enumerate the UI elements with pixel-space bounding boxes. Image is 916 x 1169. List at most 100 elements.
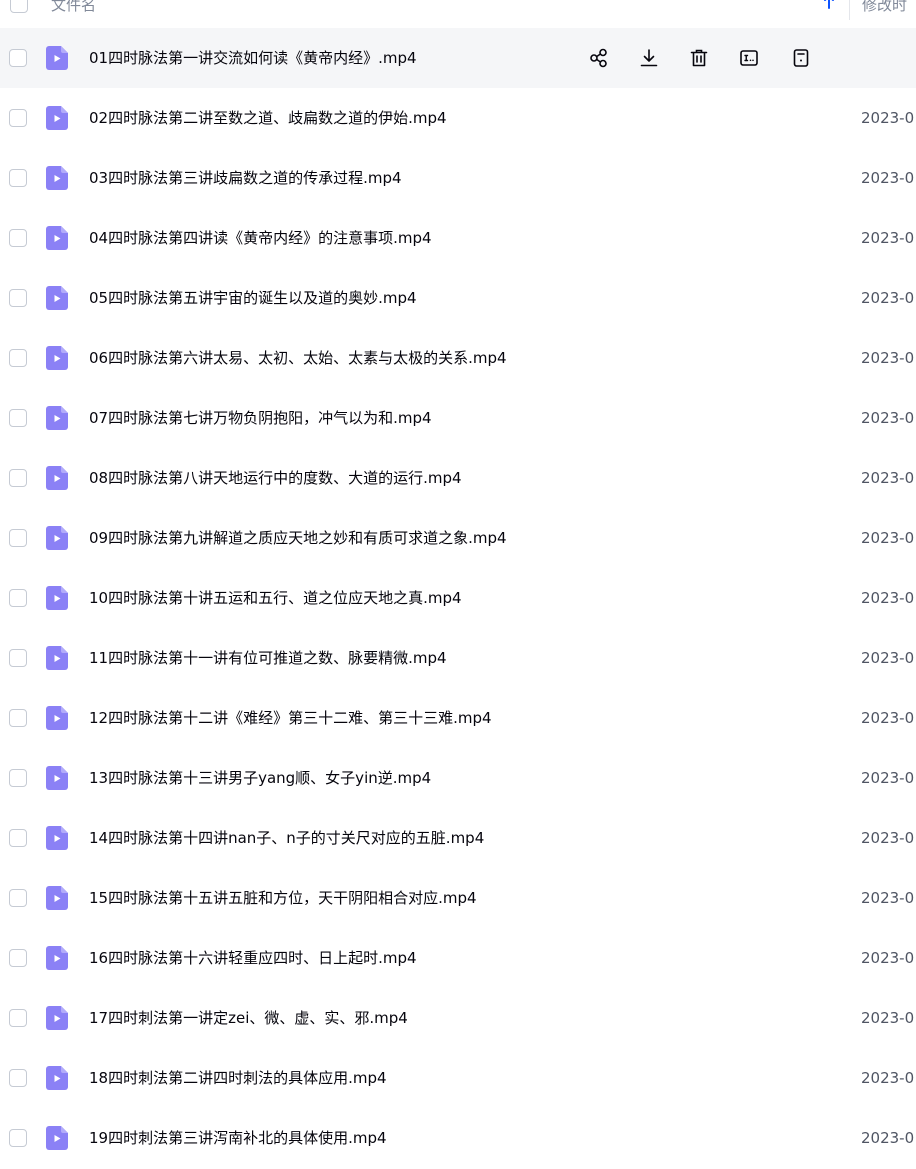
column-header-name[interactable]: 文件名 (51, 0, 96, 15)
download-button[interactable] (636, 45, 662, 71)
trash-icon (690, 49, 708, 67)
file-row[interactable]: 17四时刺法第一讲定zei、微、虚、实、邪.mp4 2023-0 (0, 988, 916, 1048)
video-file-icon (46, 646, 68, 670)
file-row[interactable]: 14四时脉法第十四讲nan子、n子的寸关尺对应的五脏.mp4 2023-0 (0, 808, 916, 868)
row-checkbox[interactable] (9, 709, 27, 727)
file-name[interactable]: 13四时脉法第十三讲男子yang顺、女子yin逆.mp4 (89, 767, 431, 789)
file-row[interactable]: 16四时脉法第十六讲轻重应四时、日上起时.mp4 2023-0 (0, 928, 916, 988)
row-checkbox[interactable] (9, 889, 27, 907)
file-name[interactable]: 18四时刺法第二讲四时刺法的具体应用.mp4 (89, 1067, 387, 1089)
file-modified-date: 2023-0 (861, 1069, 915, 1087)
file-name[interactable]: 04四时脉法第四讲读《黄帝内经》的注意事项.mp4 (89, 227, 432, 249)
file-modified-date: 2023-0 (861, 949, 915, 967)
file-name[interactable]: 16四时脉法第十六讲轻重应四时、日上起时.mp4 (89, 947, 417, 969)
video-file-icon (46, 466, 68, 490)
video-file-icon (46, 106, 68, 130)
file-modified-date: 2023-0 (861, 1129, 915, 1147)
row-checkbox[interactable] (9, 469, 27, 487)
more-button[interactable] (788, 45, 814, 71)
file-row[interactable]: 02四时脉法第二讲至数之道、歧扁数之道的伊始.mp4 2023-0 (0, 88, 916, 148)
row-checkbox[interactable] (9, 49, 27, 67)
file-name[interactable]: 10四时脉法第十讲五运和五行、道之位应天地之真.mp4 (89, 587, 462, 609)
file-modified-date: 2023-0 (861, 409, 915, 427)
row-checkbox[interactable] (9, 529, 27, 547)
video-file-icon (46, 886, 68, 910)
row-checkbox[interactable] (9, 1009, 27, 1027)
row-checkbox[interactable] (9, 409, 27, 427)
video-file-icon (46, 586, 68, 610)
file-row[interactable]: 08四时脉法第八讲天地运行中的度数、大道的运行.mp4 2023-0 (0, 448, 916, 508)
file-row[interactable]: 09四时脉法第九讲解道之质应天地之妙和有质可求道之象.mp4 2023-0 (0, 508, 916, 568)
file-row[interactable]: 05四时脉法第五讲宇宙的诞生以及道的奥妙.mp4 2023-0 (0, 268, 916, 328)
file-name[interactable]: 08四时脉法第八讲天地运行中的度数、大道的运行.mp4 (89, 467, 462, 489)
file-name[interactable]: 17四时刺法第一讲定zei、微、虚、实、邪.mp4 (89, 1007, 408, 1029)
file-row[interactable]: 06四时脉法第六讲太易、太初、太始、太素与太极的关系.mp4 2023-0 (0, 328, 916, 388)
file-row[interactable]: 19四时刺法第三讲泻南补北的具体使用.mp4 2023-0 (0, 1108, 916, 1168)
file-modified-date: 2023-0 (861, 349, 915, 367)
file-row[interactable]: 03四时脉法第三讲歧扁数之道的传承过程.mp4 2023-0 (0, 148, 916, 208)
file-name[interactable]: 07四时脉法第七讲万物负阴抱阳，冲气以为和.mp4 (89, 407, 432, 429)
file-row[interactable]: 04四时脉法第四讲读《黄帝内经》的注意事项.mp4 2023-0 (0, 208, 916, 268)
file-name[interactable]: 15四时脉法第十五讲五脏和方位，天干阴阳相合对应.mp4 (89, 887, 477, 909)
file-row[interactable]: 07四时脉法第七讲万物负阴抱阳，冲气以为和.mp4 2023-0 (0, 388, 916, 448)
file-name[interactable]: 14四时脉法第十四讲nan子、n子的寸关尺对应的五脏.mp4 (89, 827, 484, 849)
file-name[interactable]: 19四时刺法第三讲泻南补北的具体使用.mp4 (89, 1127, 387, 1149)
file-row[interactable]: 12四时脉法第十二讲《难经》第三十二难、第三十三难.mp4 2023-0 (0, 688, 916, 748)
row-checkbox[interactable] (9, 769, 27, 787)
row-checkbox[interactable] (9, 1069, 27, 1087)
video-file-icon (46, 46, 68, 70)
file-row[interactable]: 11四时脉法第十一讲有位可推道之数、脉要精微.mp4 2023-0 (0, 628, 916, 688)
file-name[interactable]: 05四时脉法第五讲宇宙的诞生以及道的奥妙.mp4 (89, 287, 417, 309)
file-name[interactable]: 03四时脉法第三讲歧扁数之道的传承过程.mp4 (89, 167, 402, 189)
column-header-modified[interactable]: 修改时 (862, 0, 907, 15)
video-file-icon (46, 406, 68, 430)
file-modified-date: 2023-0 (861, 709, 915, 727)
file-modified-date: 2023-0 (861, 769, 915, 787)
video-file-icon (46, 166, 68, 190)
video-file-icon (46, 706, 68, 730)
select-all-checkbox[interactable] (10, 0, 28, 13)
row-checkbox[interactable] (9, 289, 27, 307)
share-button[interactable] (586, 45, 612, 71)
file-name[interactable]: 01四时脉法第一讲交流如何读《黄帝内经》.mp4 (89, 47, 417, 69)
row-checkbox[interactable] (9, 949, 27, 967)
share-icon (590, 48, 607, 68)
file-row[interactable]: 10四时脉法第十讲五运和五行、道之位应天地之真.mp4 2023-0 (0, 568, 916, 628)
rename-button[interactable] (736, 45, 762, 71)
arrow-up-icon[interactable] (822, 0, 836, 10)
file-modified-date: 2023-0 (861, 109, 915, 127)
column-divider[interactable] (849, 0, 850, 20)
video-file-icon (46, 226, 68, 250)
row-checkbox[interactable] (9, 589, 27, 607)
file-row[interactable]: 15四时脉法第十五讲五脏和方位，天干阴阳相合对应.mp4 2023-0 (0, 868, 916, 928)
delete-button[interactable] (686, 45, 712, 71)
file-name[interactable]: 02四时脉法第二讲至数之道、歧扁数之道的伊始.mp4 (89, 107, 447, 129)
row-checkbox[interactable] (9, 829, 27, 847)
file-name[interactable]: 11四时脉法第十一讲有位可推道之数、脉要精微.mp4 (89, 647, 447, 669)
video-file-icon (46, 766, 68, 790)
video-file-icon (46, 946, 68, 970)
file-row[interactable]: 18四时刺法第二讲四时刺法的具体应用.mp4 2023-0 (0, 1048, 916, 1108)
file-modified-date: 2023-0 (861, 169, 915, 187)
row-checkbox[interactable] (9, 649, 27, 667)
file-modified-date: 2023-0 (861, 1009, 915, 1027)
row-checkbox[interactable] (9, 169, 27, 187)
rename-icon (740, 50, 758, 66)
row-checkbox[interactable] (9, 229, 27, 247)
video-file-icon (46, 1066, 68, 1090)
video-file-icon (46, 346, 68, 370)
file-modified-date: 2023-0 (861, 469, 915, 487)
video-file-icon (46, 286, 68, 310)
file-modified-date: 2023-0 (861, 889, 915, 907)
file-name[interactable]: 12四时脉法第十二讲《难经》第三十二难、第三十三难.mp4 (89, 707, 492, 729)
file-row[interactable]: 01四时脉法第一讲交流如何读《黄帝内经》.mp4 (0, 28, 916, 88)
file-row[interactable]: 13四时脉法第十三讲男子yang顺、女子yin逆.mp4 2023-0 (0, 748, 916, 808)
file-list-header: 文件名 修改时 (0, 0, 916, 20)
file-name[interactable]: 09四时脉法第九讲解道之质应天地之妙和有质可求道之象.mp4 (89, 527, 507, 549)
row-checkbox[interactable] (9, 349, 27, 367)
row-checkbox[interactable] (9, 109, 27, 127)
file-name[interactable]: 06四时脉法第六讲太易、太初、太始、太素与太极的关系.mp4 (89, 347, 507, 369)
more-icon (793, 49, 809, 67)
row-checkbox[interactable] (9, 1129, 27, 1147)
file-modified-date: 2023-0 (861, 649, 915, 667)
